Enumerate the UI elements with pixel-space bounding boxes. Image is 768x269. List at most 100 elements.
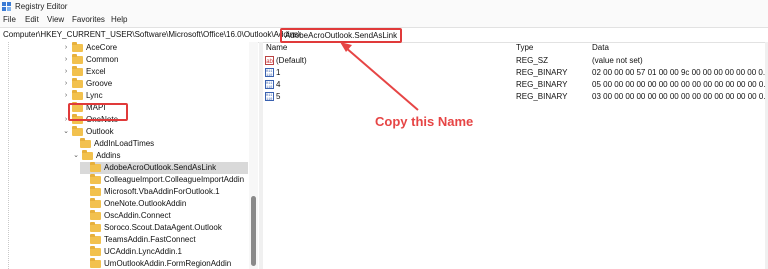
tree-item-common[interactable]: › Common <box>62 54 248 66</box>
string-value-icon: ab <box>265 56 274 65</box>
chevron-right-icon[interactable]: › <box>62 66 70 78</box>
tree-item-colleagueimport[interactable]: ColleagueImport.ColleagueImportAddin <box>80 174 248 186</box>
window-title: Registry Editor <box>15 2 68 11</box>
value-type: REG_BINARY <box>516 80 568 89</box>
svg-text:110: 110 <box>266 74 272 77</box>
tree-item-excel[interactable]: › Excel <box>62 66 248 78</box>
value-row-5[interactable]: 011 110 5 REG_BINARY 03 00 00 00 00 00 0… <box>263 91 768 102</box>
tree-guide-line <box>8 42 10 269</box>
folder-icon <box>72 78 83 88</box>
tree-item-oscaddin[interactable]: OscAddin.Connect <box>80 210 248 222</box>
svg-text:ab: ab <box>266 59 273 65</box>
tree-item-label: Outlook <box>86 127 114 136</box>
tree-item-groove[interactable]: › Groove <box>62 78 248 90</box>
folder-icon <box>82 150 93 160</box>
folder-icon <box>80 138 91 148</box>
tree-item-label: Groove <box>86 79 113 88</box>
folder-icon <box>90 246 101 256</box>
chevron-right-icon[interactable]: › <box>62 54 70 66</box>
svg-text:110: 110 <box>266 98 272 101</box>
value-data: 03 00 00 00 00 00 00 00 00 00 00 00 00 0… <box>592 92 768 101</box>
tree-expander <box>80 246 88 258</box>
menu-edit[interactable]: Edit <box>25 15 39 24</box>
tree-expander <box>80 186 88 198</box>
tree-item-label: Excel <box>86 67 106 76</box>
folder-icon <box>90 174 101 184</box>
menu-view[interactable]: View <box>47 15 64 24</box>
chevron-right-icon[interactable]: › <box>62 78 70 90</box>
column-header-name[interactable]: Name <box>266 43 287 52</box>
chevron-down-icon[interactable]: ⌄ <box>72 150 80 162</box>
list-header: Name Type Data <box>263 42 768 54</box>
tree-expander <box>80 258 88 269</box>
svg-text:110: 110 <box>266 86 272 89</box>
address-path[interactable]: Computer\HKEY_CURRENT_USER\Software\Micr… <box>3 30 300 39</box>
values-list[interactable]: Name Type Data ab (Default) REG_SZ (valu… <box>263 42 768 269</box>
folder-icon <box>72 42 83 52</box>
tree-item-label: OneNote.OutlookAddin <box>104 199 187 208</box>
value-name: (Default) <box>276 56 307 65</box>
chevron-right-icon[interactable]: › <box>62 42 70 54</box>
tree-item-label: Addins <box>96 151 121 160</box>
tree-expander <box>80 198 88 210</box>
addins-highlight-box <box>68 103 128 121</box>
tree-expander <box>80 210 88 222</box>
key-tree[interactable]: › AceCore › Common › Excel › Groove › Ly… <box>0 42 258 269</box>
tree-item-umoutlookaddin[interactable]: UmOutlookAddin.FormRegionAddin <box>80 258 248 269</box>
tree-item-label: AddInLoadTimes <box>94 139 155 148</box>
value-data: (value not set) <box>592 56 643 65</box>
menu-file[interactable]: File <box>3 15 16 24</box>
menu-favorites[interactable]: Favorites <box>72 15 105 24</box>
tree-item-label: Lync <box>86 91 103 100</box>
chevron-right-icon[interactable]: › <box>62 90 70 102</box>
binary-value-icon: 011 110 <box>265 68 274 77</box>
tree-item-label: AdobeAcroOutlook.SendAsLink <box>104 163 217 172</box>
value-name: 5 <box>276 92 281 101</box>
tree-item-lync[interactable]: › Lync <box>62 90 248 102</box>
tree-item-soroco[interactable]: Soroco.Scout.DataAgent.Outlook <box>80 222 248 234</box>
address-bar[interactable]: Computer\HKEY_CURRENT_USER\Software\Micr… <box>0 27 768 43</box>
folder-icon <box>90 210 101 220</box>
column-header-type[interactable]: Type <box>516 43 533 52</box>
folder-icon <box>72 126 83 136</box>
value-row-1[interactable]: 011 110 1 REG_BINARY 02 00 00 00 57 01 0… <box>263 67 768 78</box>
tree-item-label: UCAddin.LyncAddin.1 <box>104 247 182 256</box>
tree-item-label: Common <box>86 55 119 64</box>
value-row-default[interactable]: ab (Default) REG_SZ (value not set) <box>263 55 768 66</box>
tree-expander <box>70 138 78 150</box>
column-header-data[interactable]: Data <box>592 43 609 52</box>
value-row-4[interactable]: 011 110 4 REG_BINARY 05 00 00 00 00 00 0… <box>263 79 768 90</box>
chevron-down-icon[interactable]: ⌄ <box>62 126 70 138</box>
tree-item-vbaaddin[interactable]: Microsoft.VbaAddinForOutlook.1 <box>80 186 248 198</box>
folder-icon <box>90 222 101 232</box>
value-data: 05 00 00 00 00 00 00 00 00 00 00 00 00 0… <box>592 80 768 89</box>
tree-item-acecore[interactable]: › AceCore <box>62 42 248 54</box>
tree-item-label: ColleagueImport.ColleagueImportAddin <box>104 175 245 184</box>
menu-bar: File Edit View Favorites Help <box>0 14 768 27</box>
tree-item-ucaddin[interactable]: UCAddin.LyncAddin.1 <box>80 246 248 258</box>
binary-value-icon: 011 110 <box>265 92 274 101</box>
tree-item-label: OscAddin.Connect <box>104 211 171 220</box>
value-name: 1 <box>276 68 281 77</box>
folder-icon <box>90 198 101 208</box>
value-type: REG_BINARY <box>516 92 568 101</box>
tree-expander <box>80 234 88 246</box>
value-name: 4 <box>276 80 281 89</box>
tree-item-teamsaddin[interactable]: TeamsAddin.FastConnect <box>80 234 248 246</box>
menu-help[interactable]: Help <box>111 15 127 24</box>
value-data: 02 00 00 00 57 01 00 00 9c 00 00 00 00 0… <box>592 68 768 77</box>
value-type: REG_BINARY <box>516 68 568 77</box>
tree-expander <box>80 162 88 174</box>
value-type: REG_SZ <box>516 56 549 65</box>
tree-scrollbar-thumb[interactable] <box>251 196 256 266</box>
folder-icon <box>90 258 101 268</box>
tree-item-addinloadtimes[interactable]: AddInLoadTimes <box>70 138 248 150</box>
folder-icon <box>72 90 83 100</box>
folder-icon <box>72 66 83 76</box>
address-highlighted-key[interactable]: AdobeAcroOutlook.SendAsLink <box>280 28 403 43</box>
tree-item-outlook[interactable]: ⌄ Outlook <box>62 126 248 138</box>
tree-item-addins[interactable]: ⌄ Addins <box>72 150 248 162</box>
tree-item-adobeacrooutlook-selected[interactable]: AdobeAcroOutlook.SendAsLink <box>80 162 248 174</box>
tree-item-onenote-outlookaddin[interactable]: OneNote.OutlookAddin <box>80 198 248 210</box>
folder-icon <box>90 162 101 172</box>
